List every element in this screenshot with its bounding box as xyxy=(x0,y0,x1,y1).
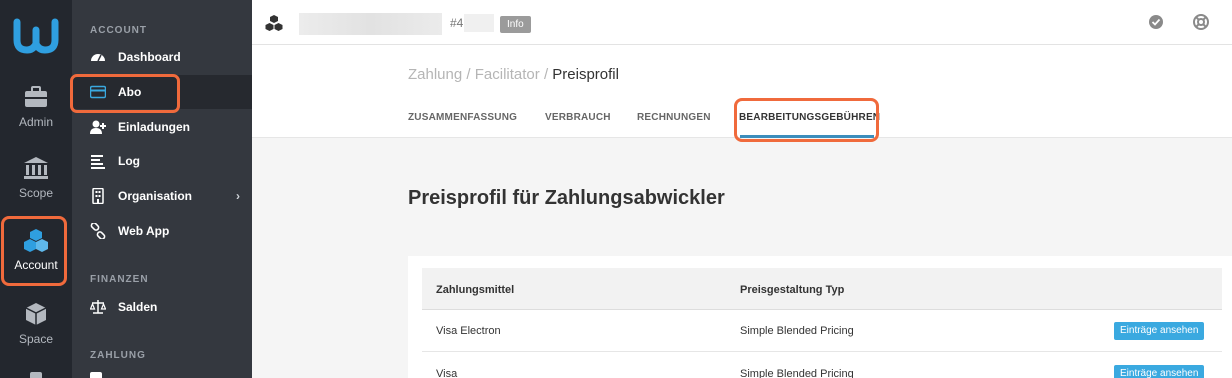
page-header: Zahlung / Facilitator / Preisprofil ZUSA… xyxy=(252,45,1232,142)
cell-preisgestaltung-typ: Simple Blended Pricing xyxy=(740,325,854,337)
rail-item-scope[interactable]: Scope xyxy=(0,156,72,216)
briefcase-icon xyxy=(25,86,47,107)
view-entries-button[interactable]: Einträge ansehen xyxy=(1114,365,1205,378)
scale-icon xyxy=(90,300,106,314)
rail-item-space[interactable]: Space xyxy=(0,302,72,362)
section-heading: ACCOUNT xyxy=(90,25,147,36)
list-icon xyxy=(91,155,105,169)
cube-icon xyxy=(25,303,47,325)
section-heading: FINANZEN xyxy=(90,274,149,285)
icon-rail: Admin Scope Account Space xyxy=(0,0,72,378)
zahlung-item-icon xyxy=(90,372,102,378)
top-bar: #4 Info xyxy=(252,0,1232,45)
breadcrumb-zahlung[interactable]: Zahlung xyxy=(408,66,462,83)
breadcrumb-current: Preisprofil xyxy=(552,66,619,83)
column-header-preisgestaltung-typ: Preisgestaltung Typ xyxy=(740,284,845,296)
tab-verbrauch[interactable]: VERBRAUCH xyxy=(545,112,611,123)
link-icon xyxy=(90,223,106,239)
sidebar-item-einladungen[interactable]: Einladungen xyxy=(72,110,252,144)
logo-icon[interactable] xyxy=(13,18,59,54)
check-circle-icon[interactable] xyxy=(1147,13,1165,31)
breadcrumb-separator: / xyxy=(466,66,471,83)
info-badge[interactable]: Info xyxy=(500,16,531,33)
pricing-table-panel: Zahlungsmittel Preisgestaltung Typ Visa … xyxy=(408,256,1232,378)
breadcrumb-facilitator[interactable]: Facilitator xyxy=(475,66,540,83)
tab-rechnungen[interactable]: RECHNUNGEN xyxy=(637,112,711,123)
sidebar-item-log[interactable]: Log xyxy=(72,144,252,178)
rail-label: Scope xyxy=(18,186,54,200)
rail-label: Admin xyxy=(18,115,53,129)
sidebar-item-salden[interactable]: Salden xyxy=(72,290,252,324)
sidebar-item-dashboard[interactable]: Dashboard xyxy=(72,40,252,74)
highlight-box xyxy=(70,74,180,113)
breadcrumb: Zahlung / Facilitator / Preisprofil xyxy=(408,66,619,83)
cell-zahlungsmittel: Visa Electron xyxy=(436,325,501,337)
tab-zusammenfassung[interactable]: ZUSAMMENFASSUNG xyxy=(408,112,517,123)
section-heading: ZAHLUNG xyxy=(90,350,146,361)
sidebar-item-label: Web App xyxy=(118,224,170,238)
table-row: Visa Simple Blended Pricing Einträge ans… xyxy=(422,353,1222,378)
sidebar-item-label: Salden xyxy=(118,300,158,314)
table-row: Visa Electron Simple Blended Pricing Ein… xyxy=(422,310,1222,352)
redacted-account-id xyxy=(464,14,494,32)
sidebar-item-label: Organisation xyxy=(118,189,193,203)
page-title: Preisprofil für Zahlungsabwickler xyxy=(408,187,725,209)
highlight-box xyxy=(1,216,67,286)
sidebar-item-organisation[interactable]: Organisation › xyxy=(72,179,252,213)
user-plus-icon xyxy=(90,120,106,134)
table-header: Zahlungsmittel Preisgestaltung Typ xyxy=(422,268,1222,310)
rail-item-admin[interactable]: Admin xyxy=(0,85,72,145)
account-sidebar: ACCOUNT Dashboard Abo Einladungen Log Or… xyxy=(70,0,252,378)
app: Admin Scope Account Space ACCOUNT Dashbo… xyxy=(0,0,1232,378)
column-header-zahlungsmittel: Zahlungsmittel xyxy=(436,284,515,296)
chevron-right-icon: › xyxy=(236,189,240,203)
cell-zahlungsmittel: Visa xyxy=(436,368,458,378)
bank-icon xyxy=(24,157,48,179)
sidebar-item-label: Dashboard xyxy=(118,50,181,64)
cubes-icon xyxy=(265,15,283,31)
redacted-account-name xyxy=(299,13,442,35)
rail-more-icon xyxy=(30,372,42,378)
account-id: #4 xyxy=(450,16,464,30)
cell-preisgestaltung-typ: Simple Blended Pricing xyxy=(740,368,854,378)
lifebuoy-icon[interactable] xyxy=(1192,13,1210,31)
highlight-box xyxy=(734,98,879,142)
rail-label: Space xyxy=(18,332,54,346)
dashboard-icon xyxy=(91,54,105,62)
sidebar-item-web-app[interactable]: Web App xyxy=(72,214,252,248)
building-icon xyxy=(92,188,104,204)
sidebar-item-label: Einladungen xyxy=(118,120,190,134)
view-entries-button[interactable]: Einträge ansehen xyxy=(1114,322,1205,340)
breadcrumb-separator: / xyxy=(543,66,549,83)
sidebar-item-label: Log xyxy=(118,154,140,168)
